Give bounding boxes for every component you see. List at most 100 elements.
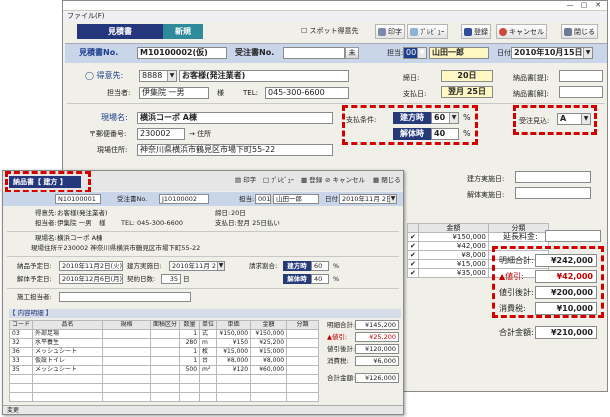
delivery-plan-date[interactable]: 2010年11月2日(火) bbox=[59, 261, 123, 271]
close-day-field: 20日 bbox=[441, 70, 493, 82]
preview-button[interactable]: □ ﾌﾟﾚﾋﾞｭｰ bbox=[263, 176, 294, 185]
search-icon[interactable]: ◯ bbox=[85, 71, 94, 80]
site-address-field[interactable]: 神奈川県横浜市鶴見区市場下町55-22 bbox=[137, 144, 333, 156]
order-no-field[interactable] bbox=[283, 47, 345, 59]
date-picker[interactable]: 2010年10月15日 ▼ bbox=[511, 47, 593, 59]
table-row[interactable]: 33 仮設トイレ 1 台 ¥8,000 ¥8,000 bbox=[8, 356, 319, 366]
extension-fee-field[interactable] bbox=[545, 230, 601, 242]
register-button[interactable]: 登録 bbox=[461, 24, 491, 39]
table-row[interactable] bbox=[8, 374, 319, 384]
maximize-icon[interactable]: □ bbox=[577, 1, 591, 10]
cancel-label: キャンセル bbox=[332, 176, 366, 184]
empty-cell bbox=[250, 383, 288, 393]
menu-file[interactable]: ファイル(F) bbox=[67, 12, 105, 20]
tab-new[interactable]: 新規 bbox=[163, 24, 203, 39]
area-cell bbox=[150, 338, 181, 348]
empty-cell bbox=[8, 392, 34, 402]
status-text: 変更 bbox=[7, 407, 20, 414]
customer-person-field[interactable]: 伊集院 一男 bbox=[139, 87, 209, 99]
qty-cell: 500 bbox=[179, 365, 201, 375]
check-icon: ✔ bbox=[407, 268, 419, 278]
cancel-label: キャンセル bbox=[509, 28, 544, 36]
delivery-provide-field bbox=[559, 70, 603, 82]
dismantle-plan-label: 解体予定日: bbox=[17, 275, 52, 283]
print-button[interactable]: ▤ 印字 bbox=[235, 176, 256, 185]
empty-cell bbox=[199, 374, 218, 384]
preview-button[interactable]: ﾌﾟﾚﾋﾞｭｰ bbox=[407, 24, 448, 39]
table-row[interactable] bbox=[8, 383, 319, 393]
dismantle-date-field[interactable] bbox=[515, 187, 591, 199]
details-section-label: 【 内容明細 】 bbox=[9, 309, 401, 318]
spec-cell bbox=[102, 338, 152, 348]
close-button[interactable]: ▦ 閉じる bbox=[373, 176, 401, 185]
table-row[interactable]: 35 メッシュシート 500 m² ¥120 ¥60,000 bbox=[8, 365, 319, 375]
build-date-picker[interactable]: 2010年11月 2日 ▼ bbox=[169, 261, 225, 271]
build-date-field[interactable] bbox=[515, 171, 591, 183]
code-cell: 33 bbox=[8, 356, 34, 366]
table-row[interactable]: 03 外部足場 1 式 ¥150,000 ¥150,000 bbox=[8, 329, 319, 339]
customer-person: 伊集院 一男 bbox=[57, 219, 92, 227]
spot-customer-check[interactable]: ☐ スポット得意先 bbox=[301, 25, 359, 37]
contractor-field[interactable] bbox=[59, 292, 191, 302]
site-name-field[interactable]: 横浜コーポ A棟 bbox=[137, 112, 333, 124]
days-unit: 日 bbox=[183, 275, 190, 283]
print-label: 印字 bbox=[243, 176, 257, 184]
honorific-label: 様 bbox=[217, 89, 224, 97]
minimize-icon[interactable]: — bbox=[563, 1, 577, 10]
site-name-label: 現場名: bbox=[101, 113, 128, 122]
table-row[interactable]: 36 メッシュシート 1 枚 ¥15,000 ¥15,000 bbox=[8, 347, 319, 357]
zip-to-address-button[interactable]: → 住所 bbox=[189, 128, 211, 140]
unit-cell: m bbox=[199, 338, 218, 348]
estimate-no-label: 見積書No. bbox=[79, 48, 119, 57]
tel-label: TEL: bbox=[243, 89, 258, 97]
staff-code-select[interactable]: 001 ▼ bbox=[403, 47, 427, 59]
table-row[interactable]: 32 水平養生 280 m ¥150 ¥25,200 bbox=[8, 338, 319, 348]
customer-code-select[interactable]: 8888 ▼ bbox=[139, 70, 177, 82]
delivery-detail-grid[interactable]: コード 品名 規格 面積区分 数量 単位 単価 金額 分類 03 外部足場 1 式 ¥1… bbox=[8, 320, 319, 402]
total-label: 明細合計: bbox=[327, 321, 356, 329]
build-date-value: 2010年11月 2日 bbox=[172, 262, 223, 270]
empty-cell bbox=[150, 392, 181, 402]
empty-cell bbox=[32, 383, 104, 393]
empty-cell bbox=[32, 374, 104, 384]
empty-cell bbox=[286, 374, 319, 384]
empty-cell bbox=[216, 374, 252, 384]
contract-days-label: 契約日数: bbox=[127, 275, 156, 283]
close-label: 閉じる bbox=[574, 28, 595, 36]
date-picker[interactable]: 2010年11月 2日 ▼ bbox=[339, 194, 397, 204]
cancel-button[interactable]: ⊘ キャンセル bbox=[325, 176, 365, 185]
grand-total-label: 合計金額: bbox=[499, 328, 534, 337]
order-no-label: 受注書No. bbox=[117, 195, 148, 203]
customer-name: お客様(発注業者) bbox=[57, 209, 108, 217]
empty-cell bbox=[102, 374, 152, 384]
customer-name-field[interactable]: お客様(発注業者) bbox=[179, 70, 349, 82]
category-cell bbox=[286, 347, 319, 357]
staff-code-field: 001 bbox=[255, 194, 271, 204]
dismantle-plan-date[interactable]: 2010年12月6日(月) bbox=[59, 274, 123, 284]
grid-header: 単位 bbox=[199, 320, 218, 330]
contract-days-field[interactable]: 35 bbox=[161, 274, 181, 284]
register-button[interactable]: ▩ 登録 bbox=[301, 176, 322, 185]
empty-cell bbox=[150, 374, 181, 384]
site-address-label: 現場住所: bbox=[97, 146, 128, 154]
empty-cell bbox=[250, 374, 288, 384]
total-value: ¥145,200 bbox=[355, 320, 399, 330]
item-cell: 仮設トイレ bbox=[32, 356, 104, 366]
close-button[interactable]: 閉じる bbox=[561, 24, 598, 39]
staff-name-field: 山田一郎 bbox=[273, 194, 319, 204]
billing-build-pct[interactable]: 60 bbox=[311, 261, 329, 271]
pay-day-label: 支払日: bbox=[215, 219, 237, 227]
zip-field[interactable]: 230002 bbox=[137, 128, 185, 140]
billing-dismantle-pct[interactable]: 40 bbox=[311, 274, 329, 284]
divider bbox=[7, 288, 399, 289]
order-no-button[interactable]: 未 bbox=[345, 47, 359, 59]
grid-header: 数量 bbox=[179, 320, 201, 330]
order-prospect-highlight bbox=[513, 105, 597, 135]
print-button[interactable]: 印字 bbox=[375, 24, 405, 39]
tab-estimate[interactable]: 見積書 bbox=[77, 24, 163, 39]
table-row[interactable] bbox=[8, 392, 319, 402]
cancel-button[interactable]: キャンセル bbox=[496, 24, 547, 39]
tel-field[interactable]: 045-300-6600 bbox=[265, 87, 349, 99]
close-icon[interactable]: ✕ bbox=[591, 1, 605, 10]
empty-cell bbox=[179, 383, 201, 393]
